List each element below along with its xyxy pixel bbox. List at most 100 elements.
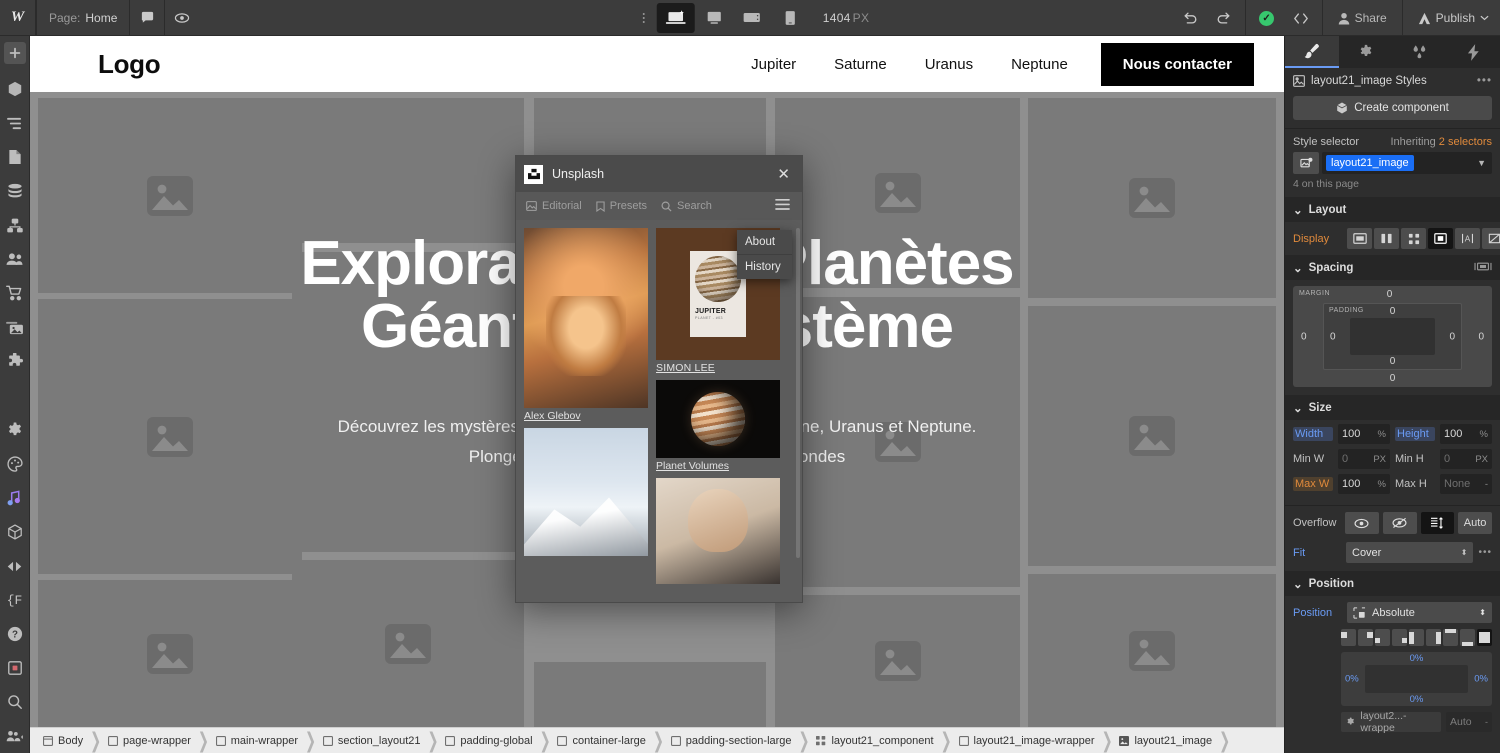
mountain-photo[interactable] — [524, 428, 648, 556]
overflow-auto[interactable]: Auto — [1458, 512, 1492, 534]
anchor-bottom-right[interactable] — [1392, 629, 1407, 646]
close-icon[interactable]: ✕ — [773, 167, 794, 182]
section-position-header[interactable]: ⌄ Position — [1285, 571, 1500, 596]
photo-credit[interactable]: Planet Volumes — [656, 460, 780, 472]
contact-cta-button[interactable]: Nous contacter — [1101, 43, 1254, 86]
breadcrumb-item-main-wrapper[interactable]: main-wrapper — [209, 728, 305, 753]
overflow-visible[interactable] — [1345, 512, 1379, 534]
nav-link-saturne[interactable]: Saturne — [815, 56, 906, 73]
navigator-icon[interactable] — [1, 106, 29, 140]
tab-interactions[interactable] — [1446, 36, 1500, 68]
package-3d-icon[interactable] — [1, 515, 29, 549]
modal-scrollbar[interactable] — [796, 228, 800, 558]
image-placeholder[interactable] — [38, 299, 302, 574]
padding-top-value[interactable]: 0 — [1390, 306, 1396, 317]
style-palette-icon[interactable] — [1, 447, 29, 481]
image-placeholder[interactable] — [1028, 98, 1276, 298]
display-inline[interactable]: A — [1455, 228, 1480, 249]
interactions-icon[interactable] — [1, 549, 29, 583]
help-icon[interactable]: ? — [1, 617, 29, 651]
anchor-top[interactable] — [1443, 629, 1458, 646]
unsplash-context-menu[interactable]: About History — [737, 230, 792, 279]
image-placeholder[interactable] — [775, 297, 1020, 587]
section-size-header[interactable]: ⌄ Size — [1285, 395, 1500, 420]
nav-link-jupiter[interactable]: Jupiter — [732, 56, 815, 73]
components-icon[interactable] — [1, 72, 29, 106]
tab-effects[interactable] — [1393, 36, 1447, 68]
tab-style[interactable] — [1285, 36, 1339, 68]
redo-icon[interactable] — [1207, 0, 1241, 36]
add-panel-icon[interactable] — [4, 42, 26, 64]
anchor-bottom-left[interactable] — [1375, 629, 1390, 646]
min-width-input[interactable]: 0 PX — [1338, 449, 1390, 469]
undo-icon[interactable] — [1173, 0, 1207, 36]
spacing-widget[interactable]: MARGIN 0 0 0 0 PADDING 0 0 0 0 — [1285, 280, 1500, 395]
display-label[interactable]: Display — [1293, 233, 1341, 245]
modal-header[interactable]: Unsplash ✕ — [516, 156, 802, 192]
cms-icon[interactable] — [1, 174, 29, 208]
max-width-input[interactable]: 100 % — [1338, 474, 1390, 494]
tab-search[interactable]: Search — [657, 200, 722, 212]
settings-icon[interactable] — [1, 413, 29, 447]
kebab-menu-icon[interactable] — [631, 13, 657, 23]
display-none[interactable] — [1482, 228, 1500, 249]
breadcrumb-item-layout21-image[interactable]: layout21_image — [1112, 728, 1219, 753]
selector-input[interactable]: layout21_image ▼ — [1322, 152, 1492, 174]
image-placeholder[interactable] — [292, 252, 524, 552]
image-placeholder[interactable] — [1028, 306, 1276, 566]
code-brackets-icon[interactable] — [1284, 0, 1318, 36]
padding-right-value[interactable]: 0 — [1449, 331, 1455, 342]
fit-select[interactable]: Cover ⬍ — [1346, 542, 1473, 563]
ellipsis-icon[interactable]: ••• — [1477, 75, 1492, 87]
offset-left-value[interactable]: 0% — [1345, 674, 1359, 685]
users-icon[interactable] — [1, 242, 29, 276]
max-height-input[interactable]: None - — [1440, 474, 1492, 494]
breakpoint-landscape[interactable] — [733, 3, 771, 33]
chevron-down-icon[interactable]: ▼ — [1477, 158, 1488, 168]
position-select[interactable]: Absolute ⬍ — [1347, 602, 1492, 623]
image-placeholder[interactable] — [38, 580, 302, 727]
anchor-top-right[interactable] — [1358, 629, 1373, 646]
margin-top-value[interactable]: 0 — [1383, 289, 1403, 300]
breadcrumb-item-layout21-image-wrapper[interactable]: layout21_image-wrapper — [952, 728, 1102, 753]
spacing-mode-icon[interactable] — [1474, 261, 1492, 275]
max-height-label[interactable]: Max H — [1395, 478, 1435, 490]
overflow-scroll[interactable] — [1421, 512, 1455, 534]
viewport-width[interactable]: 1404PX — [823, 11, 870, 25]
height-label[interactable]: Height — [1395, 427, 1435, 441]
ai-icon[interactable] — [1, 481, 29, 515]
unsplash-modal[interactable]: Unsplash ✕ Editorial Presets Search — [515, 155, 803, 603]
search-icon[interactable] — [1, 685, 29, 719]
selector-chip[interactable]: layout21_image — [1326, 155, 1414, 171]
video-record-icon[interactable] — [1, 651, 29, 685]
photo-credit[interactable]: SIMON LEE — [656, 362, 780, 374]
display-inline-block[interactable] — [1428, 228, 1453, 249]
share-button[interactable]: Share — [1327, 0, 1398, 36]
photo-card-jupiter-space[interactable]: Planet Volumes — [656, 380, 780, 472]
overflow-hidden[interactable] — [1383, 512, 1417, 534]
eye-preview-icon[interactable] — [165, 0, 199, 36]
page-selector[interactable]: Page: Home — [37, 0, 129, 36]
margin-box[interactable]: MARGIN 0 0 0 0 PADDING 0 0 0 0 — [1293, 286, 1492, 387]
ecommerce-icon[interactable] — [1, 276, 29, 310]
breadcrumb-item-layout21-component[interactable]: layout21_component — [809, 728, 940, 753]
parent-element[interactable]: layout2...-wrappe — [1341, 712, 1441, 732]
image-placeholder[interactable] — [292, 560, 524, 727]
webflow-logo[interactable]: W — [0, 0, 36, 36]
anchor-bottom[interactable] — [1460, 629, 1475, 646]
inheriting-info[interactable]: Inheriting 2 selectors — [1390, 136, 1492, 148]
min-height-label[interactable]: Min H — [1395, 453, 1435, 465]
nav-link-uranus[interactable]: Uranus — [906, 56, 992, 73]
breadcrumb-item-container-large[interactable]: container-large — [550, 728, 652, 753]
menu-item-history[interactable]: History — [737, 254, 792, 279]
breakpoint-mobile[interactable] — [771, 3, 809, 33]
site-map-icon[interactable] — [1, 208, 29, 242]
tab-settings[interactable] — [1339, 36, 1393, 68]
offsets-box[interactable]: 0% 0% 0% 0% — [1341, 652, 1492, 706]
ellipsis-icon[interactable]: ••• — [1478, 547, 1492, 558]
breakpoint-tablet[interactable] — [695, 3, 733, 33]
publish-button[interactable]: Publish — [1407, 0, 1500, 36]
padding-left-value[interactable]: 0 — [1330, 331, 1336, 342]
menu-item-about[interactable]: About — [737, 230, 792, 254]
photo-credit[interactable]: Alex Glebov — [524, 410, 648, 422]
